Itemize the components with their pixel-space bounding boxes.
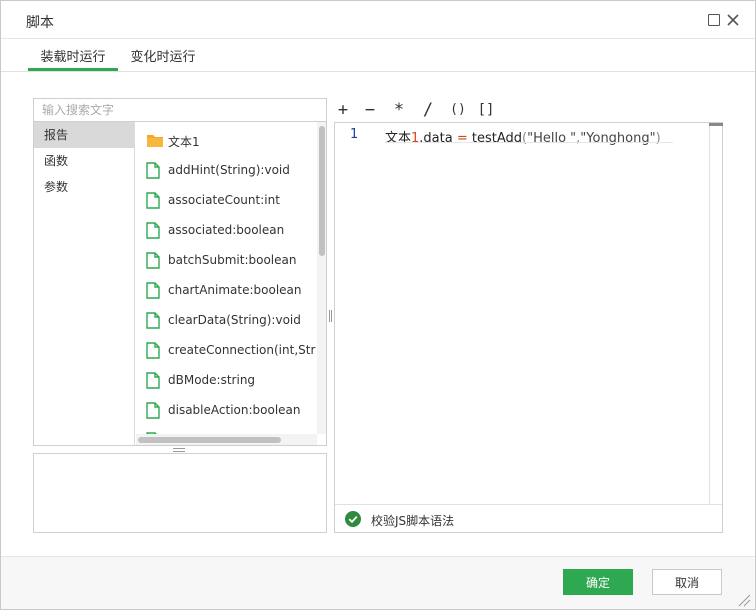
- vertical-scroll-thumb[interactable]: [319, 126, 325, 256]
- file-icon: [146, 192, 160, 209]
- maximize-icon[interactable]: [708, 14, 720, 26]
- line-number: 1: [350, 127, 359, 142]
- list-item[interactable]: chartAnimate:boolean: [136, 275, 316, 305]
- description-panel: [33, 453, 327, 533]
- script-dialog: 脚本 装载时运行 变化时运行 报告 函数 参数 文本1: [0, 0, 756, 610]
- syntax-check-label[interactable]: 校验JS脚本语法: [371, 512, 454, 529]
- editor-scrollbar-divider: [709, 123, 710, 504]
- divide-button[interactable]: /: [418, 99, 438, 121]
- search-input[interactable]: [33, 98, 327, 122]
- object-browser: 报告 函数 参数 文本1 addHint(String):void associ…: [33, 122, 327, 446]
- file-icon: [146, 282, 160, 299]
- list-item[interactable]: createConnection(int,String):: [136, 335, 316, 365]
- check-circle-icon[interactable]: [345, 511, 361, 527]
- title-bar: 脚本: [1, 1, 755, 39]
- vertical-splitter-handle[interactable]: [329, 310, 333, 322]
- category-list: 报告 函数 参数: [34, 122, 135, 445]
- active-line-highlight: [385, 142, 673, 143]
- member-list: 文本1 addHint(String):void associateCount:…: [136, 122, 316, 434]
- horizontal-splitter-handle[interactable]: [173, 448, 185, 452]
- horizontal-scroll-thumb[interactable]: [138, 437, 281, 443]
- file-icon: [146, 402, 160, 419]
- dialog-title: 脚本: [26, 15, 54, 31]
- file-icon: [146, 222, 160, 239]
- minus-button[interactable]: −: [360, 99, 380, 121]
- resize-grip-icon[interactable]: [737, 593, 751, 607]
- list-item[interactable]: 文本1: [136, 125, 316, 155]
- list-item[interactable]: clearData(String):void: [136, 305, 316, 335]
- member-list-horizontal-scrollbar[interactable]: [136, 434, 317, 445]
- list-item[interactable]: associated:boolean: [136, 215, 316, 245]
- file-icon: [146, 162, 160, 179]
- cancel-button[interactable]: 取消: [652, 569, 722, 595]
- member-list-vertical-scrollbar[interactable]: [317, 122, 326, 434]
- category-item-report[interactable]: 报告: [34, 122, 134, 148]
- brackets-button[interactable]: []: [474, 99, 498, 121]
- category-item-parameters[interactable]: 参数: [34, 174, 134, 200]
- list-item: [136, 425, 316, 434]
- editor-scroll-marker: [709, 123, 723, 126]
- close-icon[interactable]: [725, 12, 741, 28]
- file-icon: [146, 342, 160, 359]
- file-icon: [146, 312, 160, 329]
- code-line[interactable]: 文本1.data = testAdd("Hello ","Yonghong"): [385, 127, 661, 146]
- folder-icon: [147, 135, 163, 147]
- syntax-check-bar: 校验JS脚本语法: [335, 504, 722, 532]
- file-icon: [146, 372, 160, 389]
- ok-button[interactable]: 确定: [563, 569, 633, 595]
- parentheses-button[interactable]: (): [445, 99, 471, 121]
- list-item[interactable]: addHint(String):void: [136, 155, 316, 185]
- list-item[interactable]: associateCount:int: [136, 185, 316, 215]
- plus-button[interactable]: +: [333, 99, 353, 121]
- file-icon: [146, 252, 160, 269]
- list-item[interactable]: batchSubmit:boolean: [136, 245, 316, 275]
- list-item[interactable]: disableAction:boolean: [136, 395, 316, 425]
- tab-bar: 装载时运行 变化时运行: [1, 39, 755, 72]
- category-item-functions[interactable]: 函数: [34, 148, 134, 174]
- active-tab-indicator: [28, 68, 118, 71]
- tab-change-run[interactable]: 变化时运行: [118, 46, 208, 71]
- multiply-button[interactable]: *: [389, 99, 409, 121]
- list-item[interactable]: dBMode:string: [136, 365, 316, 395]
- script-editor[interactable]: 1 文本1.data = testAdd("Hello ","Yonghong"…: [334, 122, 723, 533]
- dialog-footer: 确定 取消: [1, 556, 755, 609]
